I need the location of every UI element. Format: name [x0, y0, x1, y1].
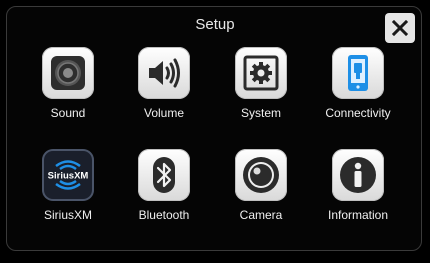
- bluetooth-icon: [153, 157, 175, 193]
- close-icon: [392, 20, 408, 36]
- menu-item-siriusxm[interactable]: SiriusXM SiriusXM: [23, 149, 113, 222]
- menu-item-volume[interactable]: Volume: [119, 47, 209, 120]
- speaker-icon: [51, 56, 85, 90]
- menu-item-label: Sound: [50, 106, 86, 120]
- siriusxm-logo-text: SiriusXM: [48, 171, 89, 182]
- phone-usb-icon: [348, 55, 368, 91]
- info-icon: [340, 157, 376, 193]
- close-button[interactable]: [385, 13, 415, 43]
- menu-item-label: Volume: [143, 106, 185, 120]
- menu-item-sound[interactable]: Sound: [23, 47, 113, 120]
- page-title: Setup: [195, 16, 235, 33]
- setup-screen: Setup Sound Volume System Connectivity S…: [0, 0, 430, 263]
- menu-item-system[interactable]: System: [216, 47, 306, 120]
- menu-item-connectivity[interactable]: Connectivity: [313, 47, 403, 120]
- menu-item-label: System: [240, 106, 281, 120]
- camera-icon: [243, 157, 279, 193]
- menu-item-label: SiriusXM: [43, 208, 92, 222]
- menu-item-camera[interactable]: Camera: [216, 149, 306, 222]
- menu-item-label: Bluetooth: [138, 208, 190, 222]
- gear-icon: [243, 55, 279, 91]
- menu-item-bluetooth[interactable]: Bluetooth: [119, 149, 209, 222]
- menu-item-label: Information: [327, 208, 389, 222]
- menu-item-information[interactable]: Information: [313, 149, 403, 222]
- menu-item-label: Camera: [239, 208, 283, 222]
- menu-item-label: Connectivity: [325, 106, 391, 120]
- volume-icon: [149, 58, 180, 88]
- siriusxm-logo-icon: SiriusXM: [48, 160, 89, 190]
